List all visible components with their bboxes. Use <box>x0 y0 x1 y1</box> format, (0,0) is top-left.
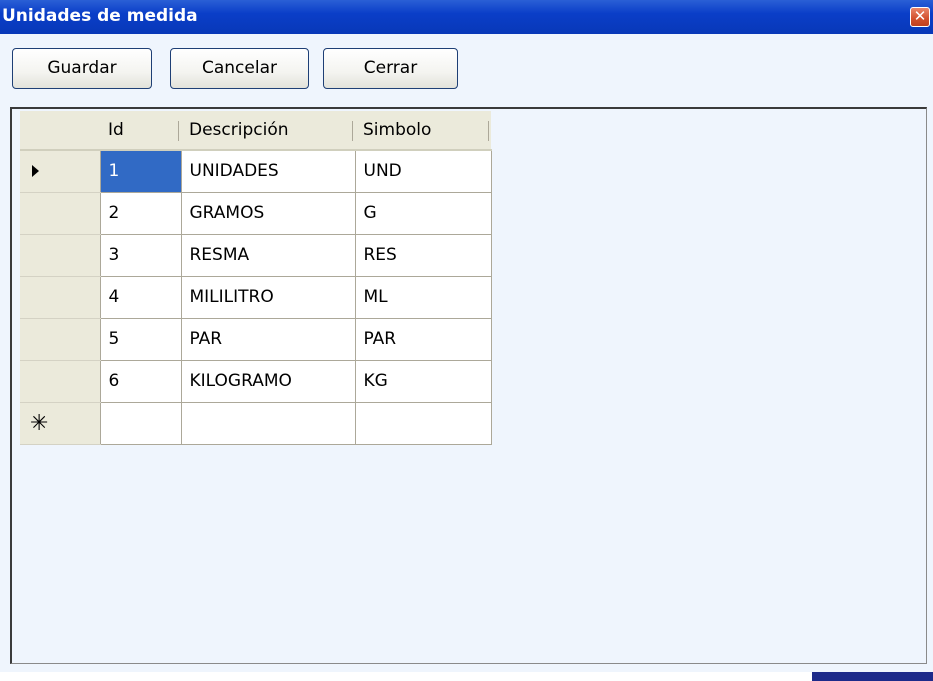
cell-simbolo[interactable]: UND <box>354 149 492 193</box>
column-header-id[interactable]: Id <box>100 111 181 151</box>
row-header[interactable]: ✳ <box>20 402 100 445</box>
units-window: Unidades de medida ✕ Guardar Cancelar Ce… <box>0 0 933 681</box>
units-table: Id Descripción Simbolo 1 UNIDADES UND 2 … <box>20 111 492 445</box>
row-header[interactable] <box>20 276 100 319</box>
table-row[interactable]: 4 MILILITRO ML <box>20 275 492 319</box>
row-header[interactable] <box>20 360 100 403</box>
row-header[interactable] <box>20 318 100 361</box>
cell-id[interactable]: 5 <box>99 317 182 361</box>
cell-id[interactable]: 6 <box>99 359 182 403</box>
current-row-arrow-icon <box>32 165 39 178</box>
cell-descripcion-new[interactable] <box>180 401 356 445</box>
cell-descripcion[interactable]: KILOGRAMO <box>180 359 356 403</box>
cell-id[interactable]: 2 <box>99 191 182 235</box>
cell-id[interactable]: 1 <box>99 149 182 193</box>
cancel-button[interactable]: Cancelar <box>170 48 309 89</box>
table-row[interactable]: 6 KILOGRAMO KG <box>20 359 492 403</box>
column-header-descripcion[interactable]: Descripción <box>181 111 355 151</box>
corner-header[interactable] <box>20 111 100 151</box>
cell-id-new[interactable] <box>99 401 182 445</box>
column-header-simbolo[interactable]: Simbolo <box>355 111 491 151</box>
row-header[interactable] <box>20 150 100 193</box>
close-icon[interactable]: ✕ <box>910 7 930 27</box>
cell-simbolo[interactable]: G <box>354 191 492 235</box>
title-bar[interactable]: Unidades de medida ✕ <box>0 0 933 34</box>
cell-simbolo[interactable]: PAR <box>354 317 492 361</box>
cell-descripcion[interactable]: MILILITRO <box>180 275 356 319</box>
table-row[interactable]: 5 PAR PAR <box>20 317 492 361</box>
cell-simbolo[interactable]: ML <box>354 275 492 319</box>
close-button[interactable]: Cerrar <box>323 48 458 89</box>
bottom-strip <box>0 672 933 681</box>
save-button[interactable]: Guardar <box>12 48 152 89</box>
cell-id[interactable]: 4 <box>99 275 182 319</box>
header-row: Id Descripción Simbolo <box>20 111 491 151</box>
cell-simbolo-new[interactable] <box>354 401 492 445</box>
cell-descripcion[interactable]: PAR <box>180 317 356 361</box>
row-header[interactable] <box>20 234 100 277</box>
cell-simbolo[interactable]: RES <box>354 233 492 277</box>
units-data-grid[interactable]: Id Descripción Simbolo 1 UNIDADES UND 2 … <box>10 107 927 664</box>
table-row[interactable]: 3 RESMA RES <box>20 233 492 277</box>
toolbar: Guardar Cancelar Cerrar <box>0 34 933 98</box>
taskbar-fragment <box>812 672 933 681</box>
cell-id[interactable]: 3 <box>99 233 182 277</box>
table-row[interactable]: 2 GRAMOS G <box>20 191 492 235</box>
new-row-asterisk-icon: ✳ <box>30 410 49 436</box>
cell-descripcion[interactable]: RESMA <box>180 233 356 277</box>
window-title: Unidades de medida <box>2 6 198 26</box>
new-row[interactable]: ✳ <box>20 401 492 445</box>
row-header[interactable] <box>20 192 100 235</box>
cell-descripcion[interactable]: GRAMOS <box>180 191 356 235</box>
cell-simbolo[interactable]: KG <box>354 359 492 403</box>
table-row[interactable]: 1 UNIDADES UND <box>20 149 492 193</box>
cell-descripcion[interactable]: UNIDADES <box>180 149 356 193</box>
